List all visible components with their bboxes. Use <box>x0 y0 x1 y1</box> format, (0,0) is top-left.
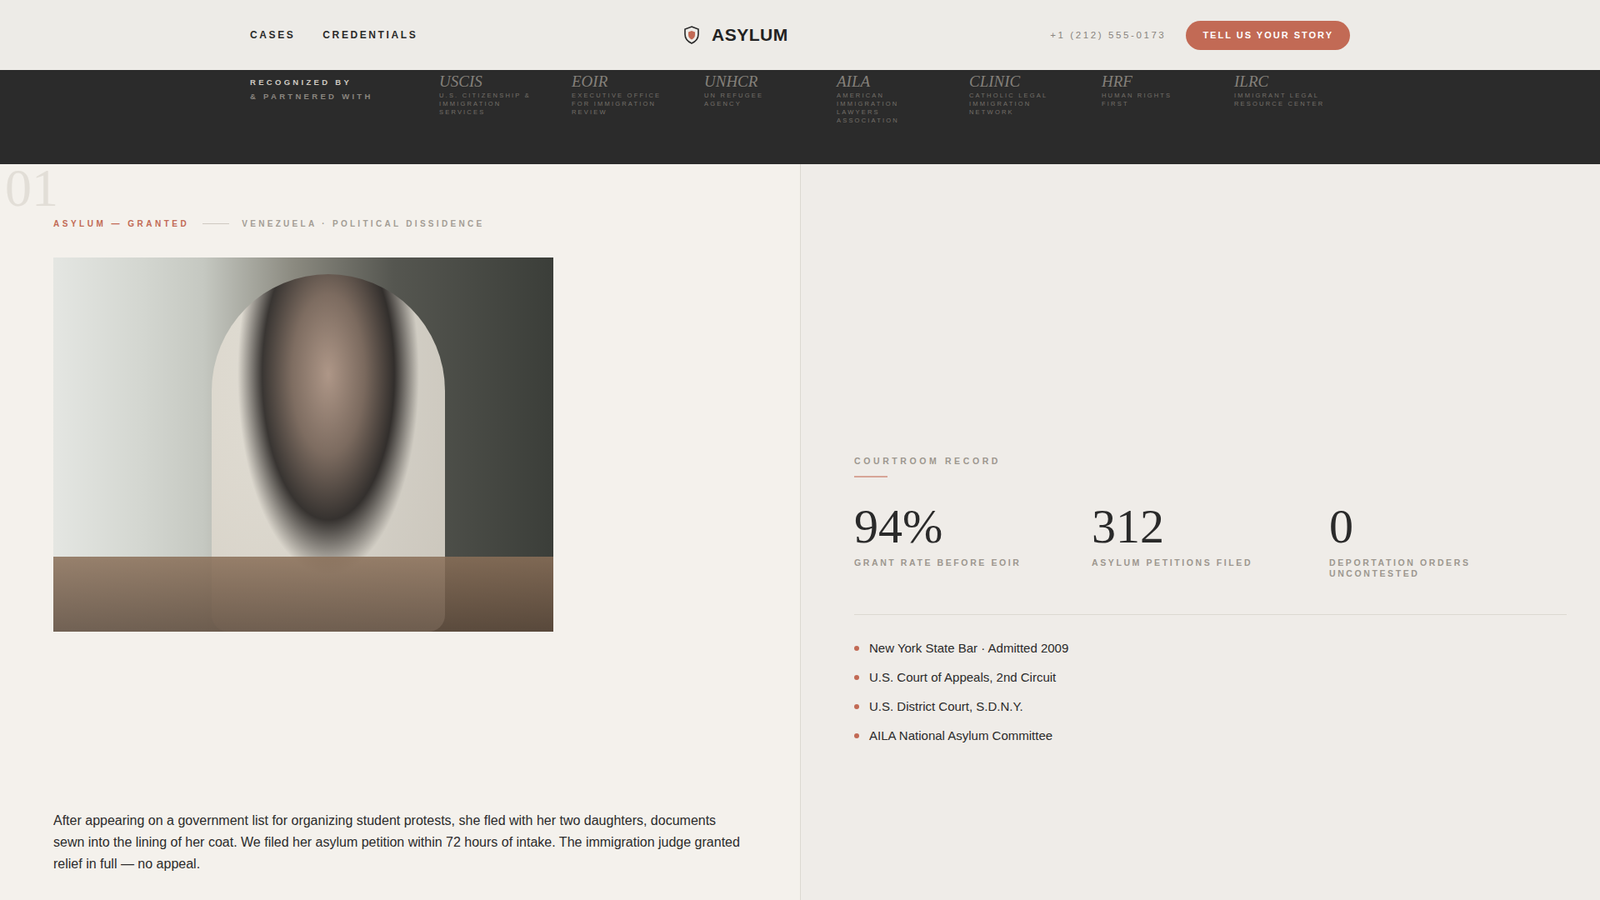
case-story: After appearing on a government list for… <box>53 810 745 875</box>
partner-abbr: UNHCR <box>704 73 827 90</box>
partner-logo: ILRCIMMIGRANT LEGAL RESOURCE CENTER <box>1234 73 1357 125</box>
partners-band: RECOGNIZED BY& PARTNERED WITHUSCISU.S. C… <box>0 70 1600 165</box>
stat-item: 312 ASYLUM PETITIONS FILED <box>1091 500 1330 580</box>
partner-name: EXECUTIVE OFFICE FOR IMMIGRATION REVIEW <box>571 91 670 117</box>
credential-text: U.S. Court of Appeals, 2nd Circuit <box>869 669 1056 686</box>
partner-name: U.S. CITIZENSHIP & IMMIGRATION SERVICES <box>439 91 538 117</box>
tag-separator <box>202 223 230 225</box>
stat-label: ASYLUM PETITIONS FILED <box>1091 557 1271 569</box>
partner-logo: AILAAMERICAN IMMIGRATION LAWYERS ASSOCIA… <box>836 73 960 125</box>
case-column: 01 ASYLUM — GRANTED VENEZUELA · POLITICAL … <box>0 164 800 900</box>
partners-heading-line: RECOGNIZED BY <box>250 75 440 90</box>
bullet-dot <box>854 733 860 739</box>
partners-heading-line: & PARTNERED WITH <box>250 89 440 104</box>
partner-name: HUMAN RIGHTS FIRST <box>1101 91 1200 109</box>
credential-text: U.S. District Court, S.D.N.Y. <box>869 698 1024 715</box>
partner-name: CATHOLIC LEGAL IMMIGRATION NETWORK <box>969 91 1068 117</box>
case-tags: ASYLUM — GRANTED VENEZUELA · POLITICAL DI… <box>53 217 747 230</box>
partner-list: USCISU.S. CITIZENSHIP & IMMIGRATION SERV… <box>439 73 1357 125</box>
stat-item: 94% GRANT RATE BEFORE EOIR <box>854 500 1092 580</box>
partners-heading: RECOGNIZED BY& PARTNERED WITH <box>250 73 440 104</box>
main-nav: CASES CREDENTIALS <box>250 29 684 41</box>
partner-logo: CLINICCATHOLIC LEGAL IMMIGRATION NETWORK <box>969 73 1092 125</box>
partner-logo: UNHCRUN REFUGEE AGENCY <box>704 73 827 125</box>
brand-name: ASYLUM <box>711 25 789 45</box>
stat-value: 94% <box>854 500 1092 553</box>
case-section: 01 ASYLUM — GRANTED VENEZUELA · POLITICAL … <box>0 164 1600 900</box>
partner-logo: USCISU.S. CITIZENSHIP & IMMIGRATION SERV… <box>439 73 562 125</box>
credential-text: AILA National Asylum Committee <box>869 727 1053 745</box>
story-button[interactable]: TELL US YOUR STORY <box>1185 20 1350 50</box>
partner-logo: HRFHUMAN RIGHTS FIRST <box>1101 73 1225 125</box>
credential-item: U.S. Court of Appeals, 2nd Circuit <box>854 669 1567 686</box>
stat-label: DEPORTATION ORDERS UNCONTESTED <box>1329 557 1509 580</box>
credential-text: New York State Bar · Admitted 2009 <box>869 640 1069 657</box>
partner-abbr: EOIR <box>571 73 695 90</box>
credential-list: New York State Bar · Admitted 2009 U.S. C… <box>854 615 1567 745</box>
case-origin: VENEZUELA · POLITICAL DISSIDENCE <box>241 219 485 229</box>
case-outcome: ASYLUM — GRANTED <box>53 219 190 229</box>
nav-link[interactable]: CASES <box>250 29 295 41</box>
partner-abbr: AILA <box>836 73 960 90</box>
partner-abbr: HRF <box>1101 73 1225 90</box>
partner-abbr: CLINIC <box>969 73 1092 90</box>
shield-icon <box>683 25 700 45</box>
bullet-dot <box>854 704 860 710</box>
phone-link[interactable]: +1 (212) 555-0173 <box>1050 30 1166 40</box>
bullet-dot <box>854 675 860 680</box>
stat-label: GRANT RATE BEFORE EOIR <box>854 557 1034 569</box>
record-column: COURTROOM RECORD 94% GRANT RATE BEFORE EOI… <box>800 164 1600 900</box>
case-photo <box>53 257 554 632</box>
credential-item: U.S. District Court, S.D.N.Y. <box>854 698 1567 715</box>
partner-name: UN REFUGEE AGENCY <box>704 91 803 109</box>
case-number: 01 <box>5 164 747 213</box>
brand-logo[interactable]: ASYLUM <box>683 25 789 45</box>
stat-item: 0 DEPORTATION ORDERS UNCONTESTED <box>1329 500 1567 580</box>
stat-value: 0 <box>1329 500 1567 553</box>
stats-row: 94% GRANT RATE BEFORE EOIR 312 ASYLUM PETIT… <box>854 500 1567 580</box>
record-divider <box>854 614 1567 615</box>
partner-logo: EOIREXECUTIVE OFFICE FOR IMMIGRATION REV… <box>571 73 695 125</box>
partner-abbr: ILRC <box>1234 73 1357 90</box>
site-header: CASES CREDENTIALS ASYLUM +1 (212) 555-0173 T… <box>0 0 1600 70</box>
bullet-dot <box>854 645 860 651</box>
stat-value: 312 <box>1091 500 1330 553</box>
title-rule <box>854 475 888 478</box>
partner-name: IMMIGRANT LEGAL RESOURCE CENTER <box>1234 91 1333 109</box>
nav-link[interactable]: CREDENTIALS <box>322 29 418 41</box>
partner-name: AMERICAN IMMIGRATION LAWYERS ASSOCIATION <box>836 91 935 125</box>
partner-abbr: USCIS <box>439 73 562 90</box>
credential-item: New York State Bar · Admitted 2009 <box>854 640 1567 657</box>
record-title: COURTROOM RECORD <box>854 455 1567 466</box>
credential-item: AILA National Asylum Committee <box>854 727 1567 745</box>
